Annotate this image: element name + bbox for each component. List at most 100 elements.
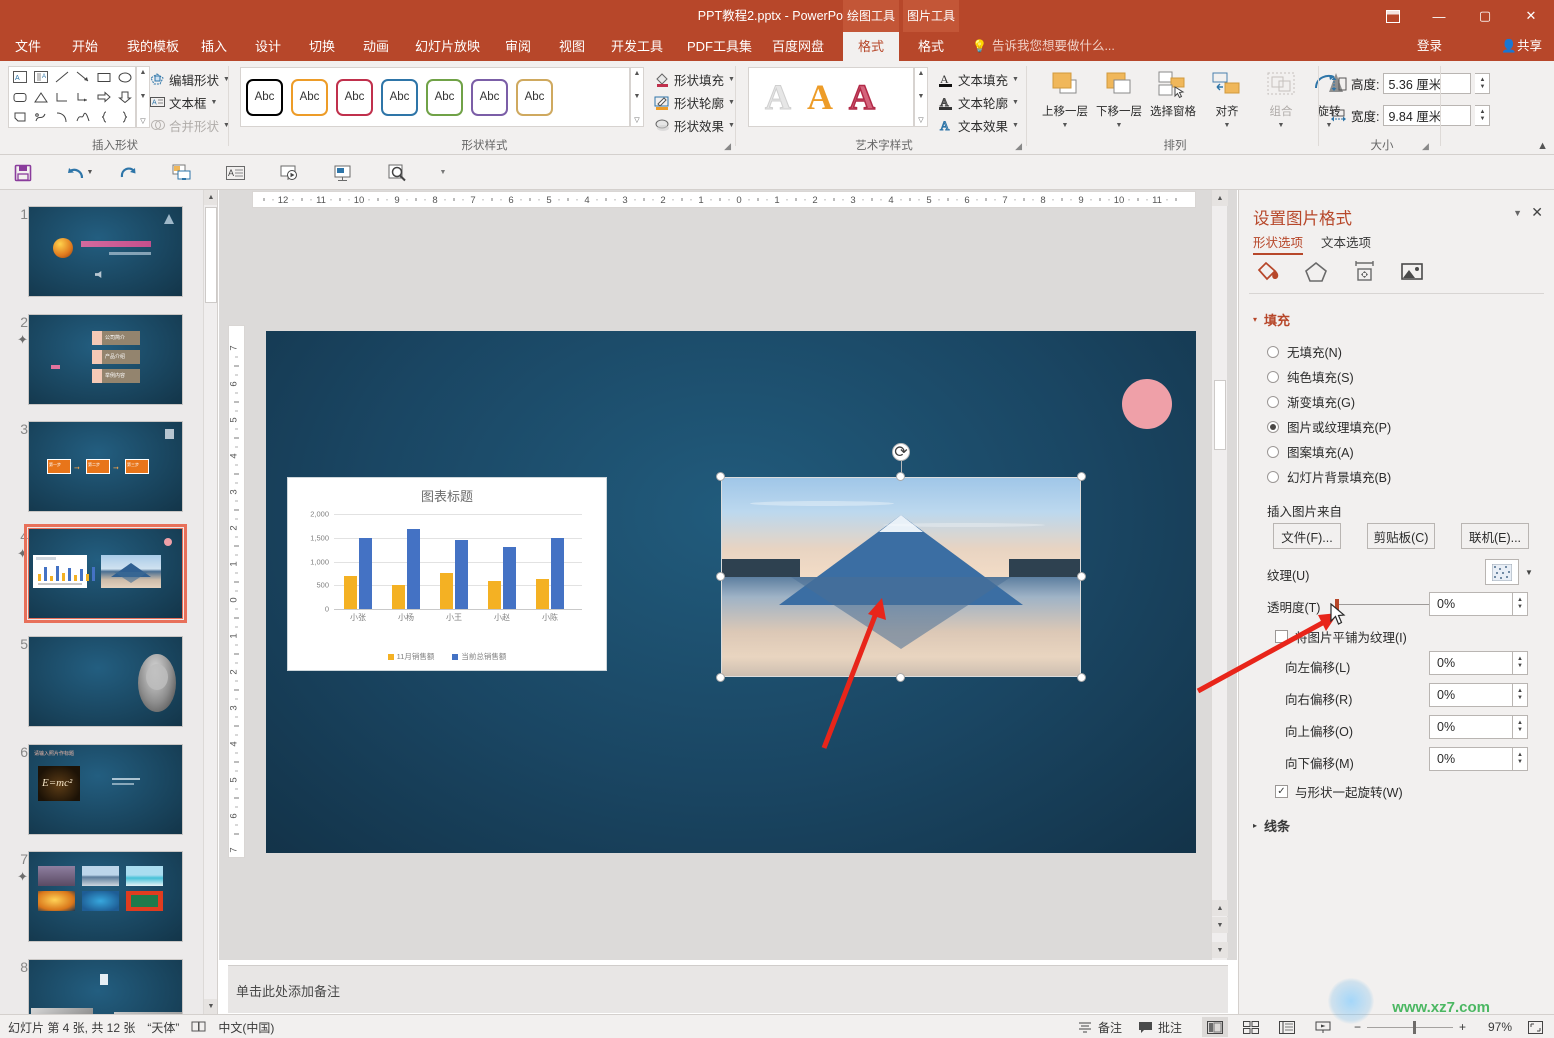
shape-styles-scroll[interactable]: ▲ ▼ ▽ — [630, 67, 644, 127]
shape-textbox-icon[interactable]: A — [9, 67, 30, 87]
text-fill-button[interactable]: A 文本填充 ▼ — [938, 69, 1019, 89]
shape-outline-button[interactable]: 形状轮廓 ▼ — [654, 92, 735, 112]
stepper-down-icon[interactable]: ▼ — [1517, 695, 1523, 702]
stepper-up-icon[interactable]: ▲ — [1480, 109, 1486, 116]
zoom-in-button[interactable]: + — [1459, 1020, 1466, 1034]
thumb-frame[interactable]: 请输入照片作标题 E=mc² — [28, 744, 183, 835]
slide-thumbnail-pane[interactable]: 1 2 ✦ 公司简介 产品介绍 举例内容 3 第一步 ➞ 第二步 ➞ 第三步 4… — [0, 190, 218, 1014]
thumb-frame[interactable] — [28, 851, 183, 942]
resize-handle-sw[interactable] — [716, 673, 725, 682]
transparency-input[interactable]: 0% — [1429, 592, 1513, 616]
shape-down-arrow-icon[interactable] — [114, 87, 135, 107]
insert-from-file-button[interactable]: 文件(F)... — [1273, 523, 1341, 549]
tab-review[interactable]: 审阅 — [496, 32, 540, 61]
more-shapes-icon[interactable]: ▽ — [140, 117, 145, 125]
shape-style-swatch-7[interactable]: Abc — [516, 78, 553, 116]
shape-right-brace-icon[interactable] — [114, 107, 135, 127]
thumbnail-slide-7[interactable]: 7 ✦ — [0, 851, 204, 944]
tab-baidu-netdisk[interactable]: 百度网盘 — [762, 32, 834, 61]
shape-style-swatch-5[interactable]: Abc — [426, 78, 463, 116]
scroll-up-page-icon[interactable]: ▲ — [1212, 900, 1228, 916]
tab-pdf-tools[interactable]: PDF工具集 — [678, 32, 756, 61]
ribbon-display-options-icon[interactable] — [1370, 0, 1416, 32]
tab-my-templates[interactable]: 我的模板 — [118, 32, 182, 61]
tab-insert[interactable]: 插入 — [192, 32, 236, 61]
chevron-down-icon[interactable]: ▼ — [1224, 122, 1231, 129]
shape-folded-corner-icon[interactable] — [9, 107, 30, 127]
wordart-dialog-launcher[interactable]: ◢ — [1015, 141, 1022, 152]
stepper-down-icon[interactable]: ▼ — [1480, 116, 1486, 123]
height-input[interactable]: 5.36 厘米 — [1383, 73, 1472, 94]
chevron-down-icon[interactable]: ▼ — [1012, 76, 1019, 83]
notes-pane[interactable]: 单击此处添加备注 — [228, 965, 1228, 1013]
scroll-up-icon[interactable]: ▲ — [918, 70, 925, 77]
checkbox-checked[interactable]: ✓ — [1275, 785, 1288, 798]
slideshow-icon[interactable] — [275, 159, 303, 186]
thumb-frame[interactable]: 公司简介 产品介绍 举例内容 — [28, 314, 183, 405]
shape-freeform-icon[interactable] — [30, 107, 51, 127]
shape-effects-button[interactable]: 形状效果 ▼ — [654, 115, 735, 135]
stepper-up-icon[interactable]: ▲ — [1517, 688, 1523, 695]
wordart-sample-1[interactable]: A — [765, 79, 792, 116]
shape-rectangle-icon[interactable] — [93, 67, 114, 87]
insert-from-clipboard-button[interactable]: 剪贴板(C) — [1367, 523, 1435, 549]
slide-sorter-icon[interactable] — [1238, 1017, 1264, 1037]
collapse-ribbon-button[interactable]: ▲ — [1537, 140, 1548, 152]
scroll-down-icon[interactable]: ▼ — [204, 999, 217, 1014]
start-from-current-slide-icon[interactable] — [167, 159, 195, 186]
zoom-track[interactable] — [1366, 1020, 1453, 1034]
offset-left-input[interactable]: 0% — [1429, 651, 1513, 675]
group-button[interactable]: 组合 ▼ — [1254, 67, 1308, 137]
text-box-button[interactable]: A 文本框 ▼ — [150, 92, 217, 112]
rotate-with-shape-row[interactable]: ✓ 与形状一起旋转(W) — [1275, 782, 1403, 801]
resize-handle-s[interactable] — [896, 673, 905, 682]
pane-options-icon[interactable]: ▼ — [1513, 208, 1522, 218]
fill-icon[interactable] — [1253, 258, 1283, 284]
stepper-down-icon[interactable]: ▼ — [1517, 727, 1523, 734]
offset-right-input[interactable]: 0% — [1429, 683, 1513, 707]
tab-file[interactable]: 文件 — [6, 32, 48, 61]
tab-design[interactable]: 设计 — [246, 32, 290, 61]
stepper-up-icon[interactable]: ▲ — [1517, 597, 1523, 604]
section-line-header[interactable]: ▸ 线条 — [1253, 816, 1290, 835]
scroll-up-icon[interactable]: ▲ — [634, 70, 641, 77]
sign-in-button[interactable]: 登录 — [1417, 32, 1442, 61]
share-button[interactable]: 👤共享 — [1501, 32, 1542, 61]
shape-curve-icon[interactable] — [72, 107, 93, 127]
tab-transitions[interactable]: 切换 — [300, 32, 344, 61]
resize-handle-ne[interactable] — [1077, 472, 1086, 481]
send-backward-button[interactable]: 下移一层 ▼ — [1092, 67, 1146, 137]
thumb-frame[interactable] — [28, 959, 183, 1014]
thumbnail-slide-3[interactable]: 3 第一步 ➞ 第二步 ➞ 第三步 — [0, 421, 204, 514]
shape-style-swatch-4[interactable]: Abc — [381, 78, 418, 116]
size-layout-icon[interactable] — [1349, 258, 1379, 284]
stepper-up-icon[interactable]: ▲ — [1517, 720, 1523, 727]
offset-right-stepper[interactable]: ▲ ▼ — [1513, 683, 1528, 707]
checkbox[interactable] — [1275, 630, 1288, 643]
shape-style-swatch-3[interactable]: Abc — [336, 78, 373, 116]
stepper-down-icon[interactable]: ▼ — [1517, 663, 1523, 670]
radio-button[interactable] — [1267, 370, 1279, 383]
radio-solid-fill[interactable]: 纯色填充(S) — [1267, 367, 1354, 386]
thumbnail-scrollbar[interactable]: ▲ ▼ — [203, 190, 217, 1014]
next-slide-icon[interactable]: ▼ — [1212, 942, 1228, 958]
chevron-down-icon[interactable]: ▼ — [1012, 122, 1019, 129]
scroll-down-icon[interactable]: ▼ — [918, 93, 925, 100]
radio-gradient-fill[interactable]: 渐变填充(G) — [1267, 392, 1355, 411]
width-control[interactable]: 宽度: 9.84 厘米 ▲ ▼ — [1330, 105, 1491, 126]
offset-bottom-stepper[interactable]: ▲ ▼ — [1513, 747, 1528, 771]
radio-picture-or-texture-fill[interactable]: 图片或纹理填充(P) — [1267, 417, 1391, 436]
tell-me-box[interactable]: 💡 告诉我您想要做什么... — [972, 32, 1115, 61]
zoom-out-button[interactable]: − — [1354, 1020, 1361, 1034]
chevron-down-icon[interactable]: ▼ — [1116, 122, 1123, 129]
shape-rounded-rectangle-icon[interactable] — [9, 87, 30, 107]
thumbnail-slide-8[interactable]: 8 — [0, 959, 204, 1014]
size-dialog-launcher[interactable]: ◢ — [1422, 141, 1429, 152]
bring-forward-button[interactable]: 上移一层 ▼ — [1038, 67, 1092, 137]
transparency-slider-track[interactable] — [1337, 604, 1441, 605]
chevron-down-icon[interactable]: ▼ — [728, 122, 735, 129]
undo-dropdown-icon[interactable]: ▼ — [84, 159, 96, 186]
tab-text-options[interactable]: 文本选项 — [1321, 232, 1371, 255]
scroll-down-icon[interactable]: ▼ — [634, 93, 641, 100]
slideshow-view-icon[interactable] — [1310, 1017, 1336, 1037]
